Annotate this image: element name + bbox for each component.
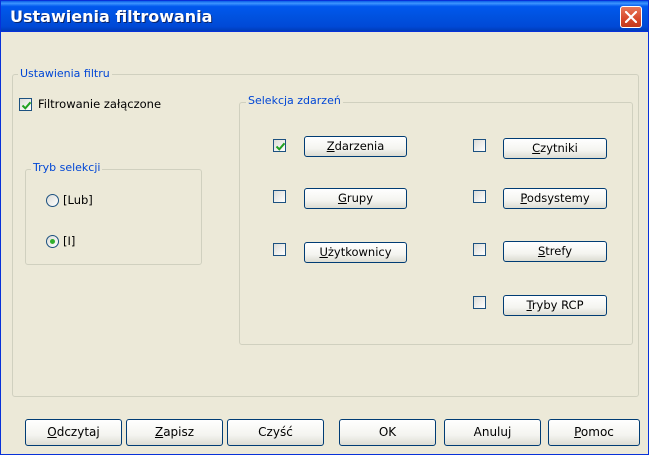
- title-bar[interactable]: Ustawienia filtrowania: [1, 1, 648, 32]
- subsystems-button[interactable]: Podsystemy: [503, 188, 607, 209]
- check-icon: [275, 142, 286, 151]
- filter-settings-title: Ustawienia filtru: [18, 67, 112, 80]
- events-checkbox[interactable]: [273, 139, 286, 152]
- groups-button[interactable]: Grupy: [304, 188, 407, 209]
- mode-and-radio[interactable]: [46, 235, 59, 248]
- users-button[interactable]: Użytkownicy: [304, 242, 407, 263]
- event-selection-title: Selekcja zdarzeń: [246, 94, 343, 107]
- selection-mode-group: [25, 169, 202, 265]
- filter-enabled-checkbox[interactable]: [19, 98, 32, 111]
- radio-selected-dot: [50, 239, 55, 244]
- zones-button[interactable]: Strefy: [503, 241, 607, 262]
- clear-button[interactable]: Czyść: [227, 419, 324, 446]
- filter-enabled-label[interactable]: Filtrowanie załączone: [38, 97, 161, 111]
- subsystems-checkbox[interactable]: [473, 190, 486, 203]
- zones-checkbox[interactable]: [473, 243, 486, 256]
- close-icon: [625, 11, 637, 23]
- selection-mode-title: Tryb selekcji: [31, 161, 103, 174]
- readers-checkbox[interactable]: [473, 139, 486, 152]
- cancel-button[interactable]: Anuluj: [444, 419, 541, 446]
- dialog-window: Ustawienia filtrowania Ustawienia filtru…: [0, 0, 649, 455]
- events-button[interactable]: Zdarzenia: [304, 136, 407, 157]
- mode-or-radio[interactable]: [46, 194, 59, 207]
- window-title: Ustawienia filtrowania: [10, 7, 213, 26]
- mode-and-label[interactable]: [I]: [63, 234, 75, 248]
- close-button[interactable]: [620, 6, 642, 28]
- rcp-modes-checkbox[interactable]: [473, 296, 486, 309]
- help-button[interactable]: Pomoc: [548, 419, 640, 446]
- read-button[interactable]: Odczytaj: [25, 419, 122, 446]
- mode-or-label[interactable]: [Lub]: [63, 193, 93, 207]
- rcp-modes-button[interactable]: Tryby RCP: [503, 295, 607, 316]
- ok-button[interactable]: OK: [339, 419, 436, 446]
- users-checkbox[interactable]: [273, 243, 286, 256]
- save-button[interactable]: Zapisz: [126, 419, 223, 446]
- readers-button[interactable]: Czytniki: [503, 138, 607, 159]
- check-icon: [21, 101, 32, 110]
- groups-checkbox[interactable]: [273, 190, 286, 203]
